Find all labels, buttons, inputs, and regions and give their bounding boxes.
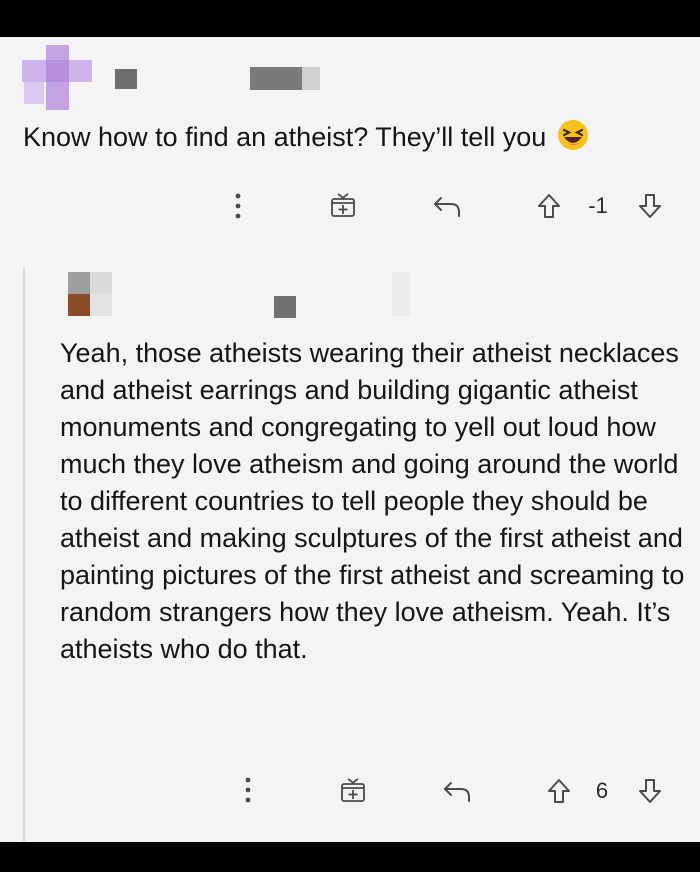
- reply-arrow-icon[interactable]: [440, 775, 474, 807]
- vote-count: -1: [588, 193, 608, 218]
- timestamp-redacted: [250, 67, 302, 90]
- comment-2-actions: 6: [0, 770, 700, 810]
- username-redacted[interactable]: [115, 69, 137, 89]
- arrow-down-icon: [639, 779, 661, 803]
- downvote-button[interactable]: [636, 190, 664, 222]
- avatar[interactable]: [68, 272, 112, 316]
- more-vertical-icon[interactable]: [228, 186, 248, 226]
- vote-count: 6: [595, 778, 609, 803]
- arrow-up-icon: [538, 194, 560, 218]
- username-redacted[interactable]: [274, 296, 296, 318]
- thread-line: [23, 268, 25, 842]
- comment-1-actions: -1: [0, 186, 700, 226]
- arrow-down-icon: [639, 194, 661, 218]
- comment-1-body: Know how to find an atheist? They’ll tel…: [23, 118, 590, 156]
- redaction-block: [302, 67, 320, 90]
- reply-arrow-icon[interactable]: [430, 190, 464, 222]
- arrow-up-icon: [548, 779, 570, 803]
- gift-icon[interactable]: [326, 188, 360, 222]
- redaction-block: [392, 272, 410, 316]
- comment-1-text: Know how to find an atheist? They’ll tel…: [23, 122, 547, 152]
- bottom-black-bar: [0, 842, 700, 872]
- gift-icon[interactable]: [336, 773, 370, 807]
- avatar[interactable]: [22, 45, 92, 112]
- downvote-button[interactable]: [636, 775, 664, 807]
- laughing-face-icon: [556, 118, 590, 152]
- more-vertical-icon[interactable]: [238, 770, 258, 810]
- comment-2-body: Yeah, those atheists wearing their athei…: [60, 338, 685, 664]
- upvote-button[interactable]: [535, 190, 563, 222]
- upvote-button[interactable]: [545, 775, 573, 807]
- top-black-bar: [0, 0, 700, 37]
